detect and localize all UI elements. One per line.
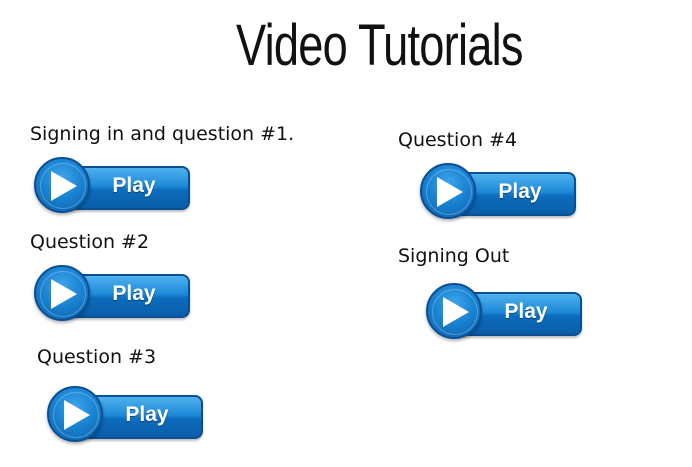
play-button-question-2[interactable]: Play <box>34 265 190 325</box>
play-button-label: Play <box>112 282 156 305</box>
tutorial-label-question-2: Question #2 <box>30 231 150 253</box>
play-button-signing-out[interactable]: Play <box>426 283 582 343</box>
play-icon <box>64 400 90 430</box>
play-circle <box>426 283 482 339</box>
play-button-label: Play <box>504 300 548 323</box>
play-icon <box>51 279 77 309</box>
play-button-label: Play <box>498 180 542 203</box>
tutorial-label-signing-in: Signing in and question #1. <box>30 123 295 145</box>
play-button-question-4[interactable]: Play <box>420 163 576 223</box>
play-button-question-3[interactable]: Play <box>47 386 203 446</box>
play-icon <box>51 171 77 201</box>
play-button-label: Play <box>125 403 169 426</box>
play-button-signing-in[interactable]: Play <box>34 157 190 217</box>
tutorial-label-question-4: Question #4 <box>398 129 518 151</box>
play-circle <box>420 163 476 219</box>
play-circle <box>34 157 90 213</box>
play-circle <box>34 265 90 321</box>
play-circle <box>47 386 103 442</box>
page-title: Video Tutorials <box>236 13 524 78</box>
play-button-label: Play <box>112 174 156 197</box>
play-icon <box>437 177 463 207</box>
tutorial-label-signing-out: Signing Out <box>398 245 510 267</box>
play-icon <box>443 297 469 327</box>
tutorial-label-question-3: Question #3 <box>37 346 157 368</box>
